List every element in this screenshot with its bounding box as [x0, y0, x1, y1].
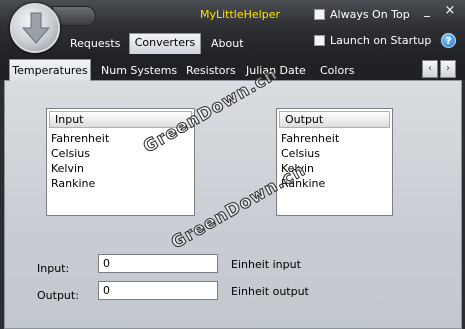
tab-colors[interactable]: Colors: [320, 62, 354, 80]
input-label: Input:: [37, 262, 70, 275]
tab-about[interactable]: About: [205, 35, 250, 55]
launch-on-startup-checkbox[interactable]: Launch on Startup: [314, 34, 431, 47]
scroll-left-button[interactable]: ‹: [422, 60, 438, 78]
checkbox-box[interactable]: [314, 9, 325, 20]
tab-requests[interactable]: Requests: [64, 35, 126, 55]
launch-on-startup-label: Launch on Startup: [330, 34, 432, 47]
close-button[interactable]: ×: [441, 3, 459, 19]
always-on-top-label: Always On Top: [330, 8, 410, 21]
list-item[interactable]: Celsius: [277, 146, 392, 161]
output-list-header[interactable]: Output: [279, 111, 390, 128]
input-field[interactable]: 0: [98, 254, 218, 273]
output-field[interactable]: 0: [98, 281, 218, 300]
tab-temperatures[interactable]: Temperatures: [9, 59, 91, 81]
list-item[interactable]: Celsius: [47, 146, 194, 161]
download-arrow-icon: [21, 12, 51, 44]
tab-resistors[interactable]: Resistors: [186, 62, 236, 80]
list-item[interactable]: Rankine: [47, 176, 194, 191]
app-title: MyLittleHelper: [200, 8, 281, 21]
checkbox-box[interactable]: [314, 35, 325, 46]
input-unit-label: Einheit input: [231, 258, 301, 271]
app-logo[interactable]: [10, 3, 60, 53]
tab-converters[interactable]: Converters: [129, 33, 201, 54]
always-on-top-checkbox[interactable]: Always On Top: [314, 8, 410, 21]
tab-num-systems[interactable]: Num Systems: [101, 62, 177, 80]
list-item[interactable]: Kelvin: [47, 161, 194, 176]
output-label: Output:: [37, 289, 79, 302]
list-item[interactable]: Fahrenheit: [277, 131, 392, 146]
minimize-button[interactable]: _: [418, 4, 436, 18]
scroll-right-button[interactable]: ›: [440, 60, 456, 78]
output-unit-label: Einheit output: [231, 285, 309, 298]
help-icon[interactable]: ?: [441, 33, 456, 48]
